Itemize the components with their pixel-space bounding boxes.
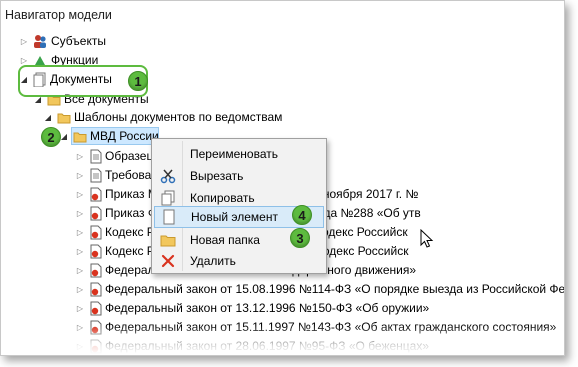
menu-item-label: Удалить	[190, 254, 236, 268]
tree-item-document[interactable]: ▷ Федеральный закон от 15.11.1997 №143-Ф…	[1, 318, 561, 337]
expand-arrow-icon[interactable]: ▷	[75, 261, 85, 280]
expand-arrow-icon[interactable]: ▷	[75, 147, 85, 166]
pdf-document-icon	[90, 187, 102, 202]
expand-arrow-icon[interactable]: ▷	[75, 166, 85, 185]
menu-item-label: Вырезать	[190, 169, 244, 183]
folder-icon	[57, 113, 71, 124]
collapse-arrow-icon[interactable]: ◢	[43, 108, 53, 127]
menu-item-label: Новый элемент	[191, 210, 278, 224]
tree-item-label: Федеральный закон от 15.08.1996 №114-ФЗ …	[105, 282, 565, 296]
menu-item-cut[interactable]: Вырезать	[152, 165, 326, 187]
menu-item-label: Новая папка	[190, 233, 260, 247]
delete-x-icon	[161, 254, 175, 268]
step-badge-2: 2	[41, 127, 61, 147]
scissors-icon	[160, 169, 176, 184]
tree-item-label: Федеральный закон от 15.11.1997 №143-ФЗ …	[105, 320, 557, 334]
tree-item-document[interactable]: ▷ Федеральный закон от 15.08.1996 №114-Ф…	[1, 280, 564, 299]
expand-arrow-icon[interactable]: ▷	[19, 32, 29, 51]
expand-arrow-icon[interactable]: ▷	[75, 280, 85, 299]
folder-icon	[160, 235, 176, 247]
expand-arrow-icon[interactable]: ▷	[75, 185, 85, 204]
expand-arrow-icon[interactable]: ▷	[75, 299, 85, 318]
menu-item-label: Переименовать	[190, 147, 278, 161]
tree-item-label: Шаблоны документов по ведомствам	[74, 110, 283, 124]
pdf-document-icon	[90, 244, 102, 259]
model-navigator-window: Навигатор модели ▷ Субъекты ▷ Функции ◢	[0, 0, 565, 356]
step-badge-3: 3	[290, 228, 310, 248]
pdf-document-icon	[90, 301, 102, 316]
pdf-document-icon	[90, 225, 102, 240]
folder-open-icon	[73, 132, 87, 143]
pdf-document-icon	[90, 263, 102, 278]
expand-arrow-icon[interactable]: ▷	[75, 337, 85, 355]
tree-item-document[interactable]: ▷ Федеральный закон от 28.06.1997 №95-ФЗ…	[1, 337, 561, 355]
pdf-document-icon	[90, 282, 102, 297]
menu-item-delete[interactable]: Удалить	[152, 250, 326, 272]
step-badge-4: 4	[292, 205, 312, 225]
expand-arrow-icon[interactable]: ▷	[75, 242, 85, 261]
tree-item-label: Федеральный закон от 28.06.1997 №95-ФЗ «…	[105, 339, 430, 353]
expand-arrow-icon[interactable]: ▷	[75, 204, 85, 223]
expand-arrow-icon[interactable]: ▷	[75, 318, 85, 337]
mouse-cursor-icon	[420, 229, 434, 248]
pdf-document-icon	[90, 206, 102, 221]
pdf-document-icon	[90, 320, 102, 335]
pdf-document-icon	[90, 339, 102, 354]
document-icon	[90, 168, 102, 183]
expand-arrow-icon[interactable]: ▷	[75, 223, 85, 242]
step-badge-1: 1	[128, 71, 148, 91]
tree-item-label: МВД России	[90, 129, 159, 143]
copy-icon	[161, 190, 175, 206]
tree-item-subjects[interactable]: ▷ Субъекты	[1, 32, 561, 51]
new-document-icon	[163, 209, 175, 225]
document-icon	[90, 149, 102, 164]
menu-item-rename[interactable]: Переименовать	[152, 143, 326, 165]
tree-item-label: Субъекты	[51, 34, 106, 48]
tree-item-templates[interactable]: ◢ Шаблоны документов по ведомствам	[1, 108, 561, 127]
tree-item-label: Федеральный закон от 13.12.1996 №150-ФЗ …	[105, 301, 430, 315]
tree-item-document[interactable]: ▷ Федеральный закон от 13.12.1996 №150-Ф…	[1, 299, 561, 318]
users-icon	[34, 35, 46, 48]
